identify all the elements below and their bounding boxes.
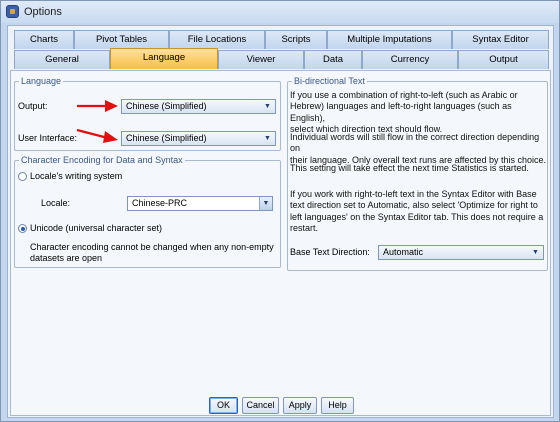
- output-language-value: Chinese (Simplified): [126, 101, 207, 111]
- chevron-down-icon: ▼: [259, 197, 272, 210]
- text-line: If you work with right-to-left text in t…: [290, 189, 537, 199]
- bidi-paragraph-4: If you work with right-to-left text in t…: [290, 189, 548, 234]
- chevron-down-icon: ▼: [264, 135, 271, 142]
- encoding-group-legend: Character Encoding for Data and Syntax: [19, 155, 185, 166]
- tab-language[interactable]: Language: [110, 48, 218, 69]
- text-line: If you use a combination of right-to-lef…: [290, 90, 518, 100]
- text-line: restart.: [290, 222, 319, 233]
- bidi-group-legend: Bi-directional Text: [292, 76, 367, 87]
- window-title: Options: [24, 6, 62, 18]
- locale-label: Locale:: [41, 198, 71, 208]
- tab-pivot-tables[interactable]: Pivot Tables: [74, 30, 169, 49]
- text-line: left languages' on the Syntax Editor tab…: [290, 211, 544, 222]
- bidi-paragraph-1: If you use a combination of right-to-lef…: [290, 90, 548, 135]
- red-arrow-icon: [77, 100, 118, 112]
- dialog-body: Charts Pivot Tables File Locations Scrip…: [7, 25, 554, 418]
- locale-value: Chinese-PRC: [132, 198, 188, 208]
- locale-writing-system-label[interactable]: Locale's writing system: [30, 171, 122, 182]
- tab-general[interactable]: General: [14, 50, 110, 69]
- cancel-button[interactable]: Cancel: [242, 397, 279, 414]
- user-interface-language-value: Chinese (Simplified): [126, 133, 207, 143]
- text-line: Individual words will still flow in the …: [290, 132, 540, 154]
- base-text-direction-select[interactable]: Automatic ▼: [378, 245, 544, 260]
- tab-file-locations[interactable]: File Locations: [169, 30, 265, 49]
- text-line: This setting will take effect the next t…: [290, 163, 529, 173]
- tab-data[interactable]: Data: [304, 50, 362, 69]
- encoding-note-line-2: datasets are open: [30, 253, 103, 263]
- character-encoding-group: Character Encoding for Data and Syntax L…: [14, 155, 281, 268]
- bidirectional-text-group: Bi-directional Text If you use a combina…: [287, 76, 548, 271]
- locale-select[interactable]: Chinese-PRC ▼: [127, 196, 273, 211]
- tab-currency[interactable]: Currency: [362, 50, 458, 69]
- text-line: Hebrew) languages and left-to-right lang…: [290, 101, 512, 123]
- tab-syntax-editor[interactable]: Syntax Editor: [452, 30, 549, 49]
- unicode-label[interactable]: Unicode (universal character set): [30, 223, 162, 234]
- locale-writing-system-radio[interactable]: [18, 172, 27, 181]
- bidi-paragraph-3: This setting will take effect the next t…: [290, 163, 548, 174]
- help-button[interactable]: Help: [321, 397, 354, 414]
- output-language-select[interactable]: Chinese (Simplified) ▼: [121, 99, 276, 114]
- chevron-down-icon: ▼: [532, 249, 539, 256]
- unicode-radio[interactable]: [18, 224, 27, 233]
- bidi-paragraph-2: Individual words will still flow in the …: [290, 132, 548, 166]
- user-interface-label: User Interface:: [18, 133, 78, 143]
- language-group-legend: Language: [19, 76, 64, 87]
- apply-button[interactable]: Apply: [283, 397, 317, 414]
- user-interface-language-select[interactable]: Chinese (Simplified) ▼: [121, 131, 276, 146]
- title-bar: Options: [1, 1, 559, 23]
- ok-button[interactable]: OK: [209, 397, 238, 414]
- tab-multiple-imputations[interactable]: Multiple Imputations: [327, 30, 452, 49]
- encoding-note-line-1: Character encoding cannot be changed whe…: [30, 242, 274, 252]
- text-line: text direction set to Automatic, also se…: [290, 200, 538, 211]
- tab-charts[interactable]: Charts: [14, 30, 74, 49]
- red-arrow-icon: [76, 128, 118, 143]
- output-label: Output:: [18, 101, 48, 111]
- options-dialog: Options Charts Pivot Tables File Locatio…: [0, 0, 560, 422]
- tab-output[interactable]: Output: [458, 50, 549, 69]
- language-group: Language Output: Chinese (Simplified) ▼ …: [14, 76, 281, 151]
- base-text-direction-value: Automatic: [383, 247, 424, 257]
- tab-scripts[interactable]: Scripts: [265, 30, 327, 49]
- chevron-down-icon: ▼: [264, 103, 271, 110]
- base-text-direction-label: Base Text Direction:: [290, 247, 370, 257]
- tab-viewer[interactable]: Viewer: [218, 50, 304, 69]
- app-icon: [6, 5, 19, 18]
- language-panel: Language Output: Chinese (Simplified) ▼ …: [10, 70, 551, 416]
